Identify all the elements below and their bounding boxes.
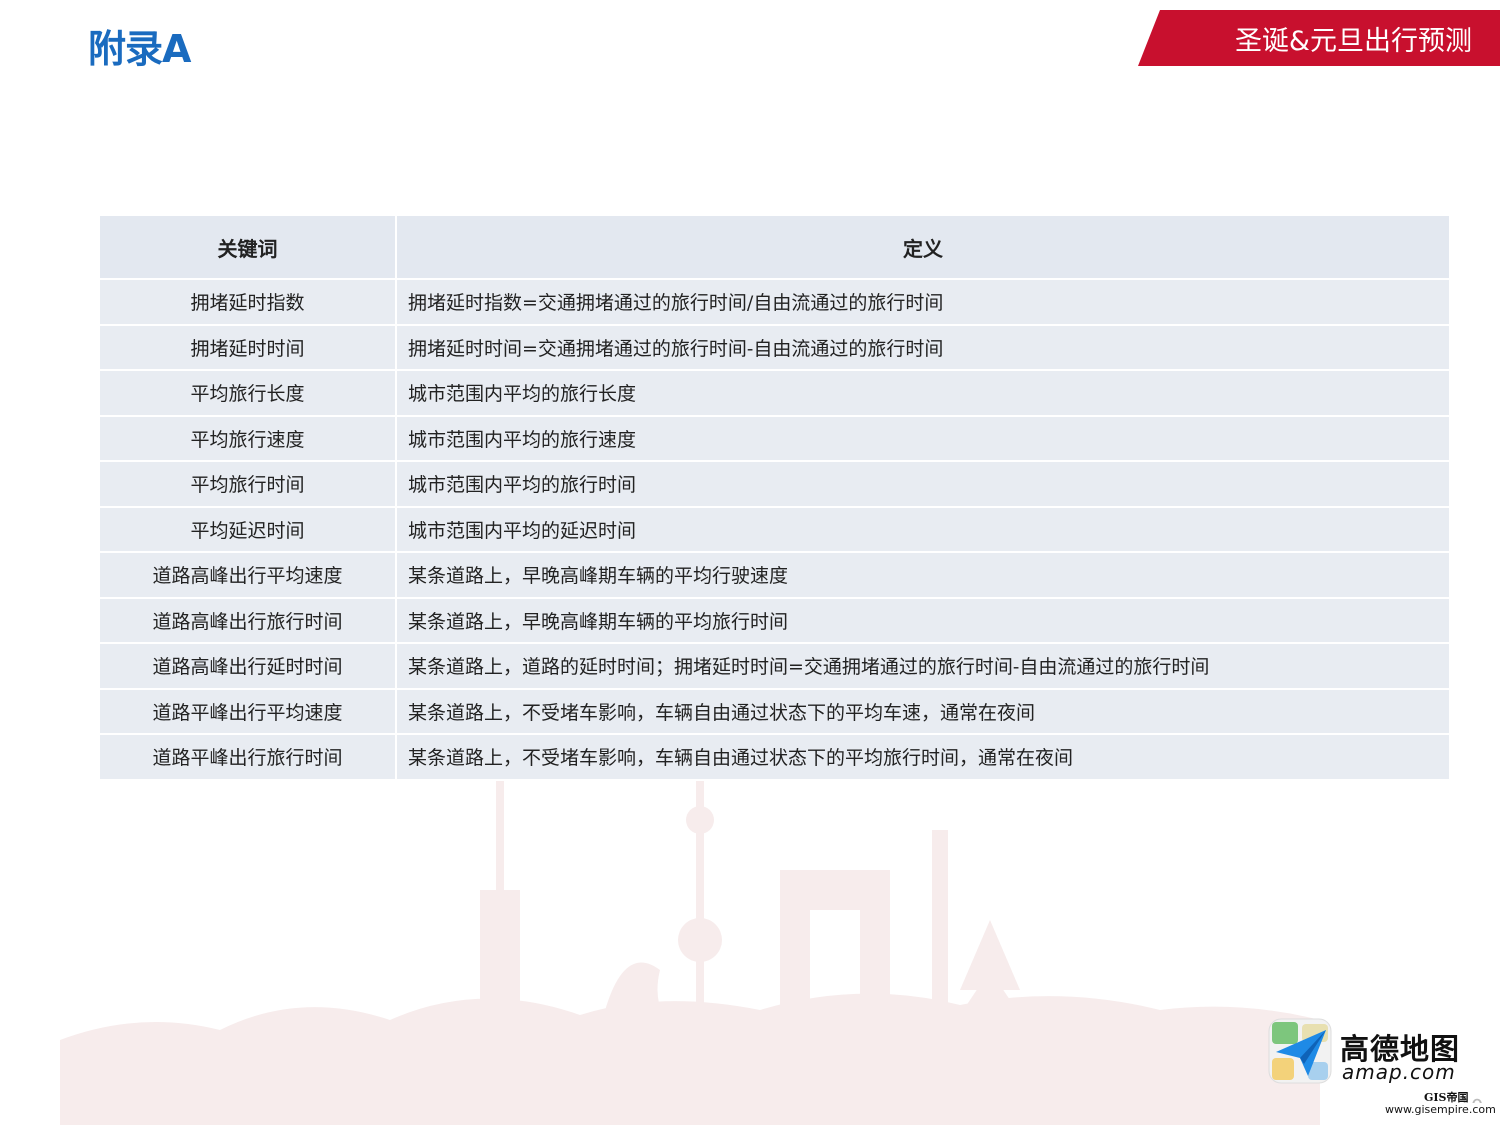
keyword-cell: 拥堵延时指数 xyxy=(100,279,396,326)
definition-cell: 城市范围内平均的旅行长度 xyxy=(395,370,1449,417)
amap-plane-icon xyxy=(1268,1018,1332,1084)
table-row: 平均旅行速度 城市范围内平均的旅行速度 xyxy=(100,415,1449,462)
keyword-cell: 道路高峰出行旅行时间 xyxy=(100,597,396,644)
definitions-table: 关键词 定义 拥堵延时指数 拥堵延时指数=交通拥堵通过的旅行时间/自由流通过的旅… xyxy=(100,216,1449,781)
definition-cell: 拥堵延时时间=交通拥堵通过的旅行时间-自由流通过的旅行时间 xyxy=(395,324,1449,371)
table-row: 道路高峰出行旅行时间 某条道路上，早晚高峰期车辆的平均旅行时间 xyxy=(100,597,1449,644)
definition-cell: 某条道路上，早晚高峰期车辆的平均旅行时间 xyxy=(395,597,1449,644)
table-row: 平均旅行长度 城市范围内平均的旅行长度 xyxy=(100,370,1449,417)
table-row: 道路高峰出行平均速度 某条道路上，早晚高峰期车辆的平均行驶速度 xyxy=(100,552,1449,599)
table-header-row: 关键词 定义 xyxy=(100,216,1449,280)
table-row: 拥堵延时时间 拥堵延时时间=交通拥堵通过的旅行时间-自由流通过的旅行时间 xyxy=(100,324,1449,371)
definition-cell: 拥堵延时指数=交通拥堵通过的旅行时间/自由流通过的旅行时间 xyxy=(395,279,1449,326)
page-title: 附录A xyxy=(88,27,191,71)
keyword-cell: 平均延迟时间 xyxy=(100,506,396,553)
watermark-url: www.gisempire.com xyxy=(1384,1103,1497,1116)
definition-cell: 某条道路上，不受堵车影响，车辆自由通过状态下的平均旅行时间，通常在夜间 xyxy=(395,734,1449,781)
table-row: 道路平峰出行旅行时间 某条道路上，不受堵车影响，车辆自由通过状态下的平均旅行时间… xyxy=(100,734,1449,781)
header-definition: 定义 xyxy=(395,216,1449,280)
definition-cell: 城市范围内平均的延迟时间 xyxy=(395,506,1449,553)
table-row: 道路高峰出行延时时间 某条道路上，道路的延时时间；拥堵延时时间=交通拥堵通过的旅… xyxy=(100,643,1449,690)
keyword-cell: 道路平峰出行平均速度 xyxy=(100,688,396,735)
table-row: 拥堵延时指数 拥堵延时指数=交通拥堵通过的旅行时间/自由流通过的旅行时间 xyxy=(100,279,1449,326)
keyword-cell: 平均旅行时间 xyxy=(100,461,396,508)
keyword-cell: 道路平峰出行旅行时间 xyxy=(100,734,396,781)
section-banner: 圣诞&元旦出行预测 xyxy=(1138,10,1500,66)
keyword-cell: 拥堵延时时间 xyxy=(100,324,396,371)
table-row: 道路平峰出行平均速度 某条道路上，不受堵车影响，车辆自由通过状态下的平均车速，通… xyxy=(100,688,1449,735)
definition-cell: 某条道路上，不受堵车影响，车辆自由通过状态下的平均车速，通常在夜间 xyxy=(395,688,1449,735)
definition-cell: 城市范围内平均的旅行时间 xyxy=(395,461,1449,508)
keyword-cell: 平均旅行速度 xyxy=(100,415,396,462)
skyline-background xyxy=(60,760,1320,1125)
logo-name-en: amap.com xyxy=(1342,1060,1456,1084)
keyword-cell: 道路高峰出行平均速度 xyxy=(100,552,396,599)
definition-cell: 城市范围内平均的旅行速度 xyxy=(395,415,1449,462)
keyword-cell: 平均旅行长度 xyxy=(100,370,396,417)
keyword-cell: 道路高峰出行延时时间 xyxy=(100,643,396,690)
table-row: 平均延迟时间 城市范围内平均的延迟时间 xyxy=(100,506,1449,553)
table-row: 平均旅行时间 城市范围内平均的旅行时间 xyxy=(100,461,1449,508)
definition-cell: 某条道路上，早晚高峰期车辆的平均行驶速度 xyxy=(395,552,1449,599)
header-keyword: 关键词 xyxy=(100,216,396,280)
amap-logo: 高德地图 amap.com xyxy=(1268,1018,1468,1088)
definition-cell: 某条道路上，道路的延时时间；拥堵延时时间=交通拥堵通过的旅行时间-自由流通过的旅… xyxy=(395,643,1449,690)
